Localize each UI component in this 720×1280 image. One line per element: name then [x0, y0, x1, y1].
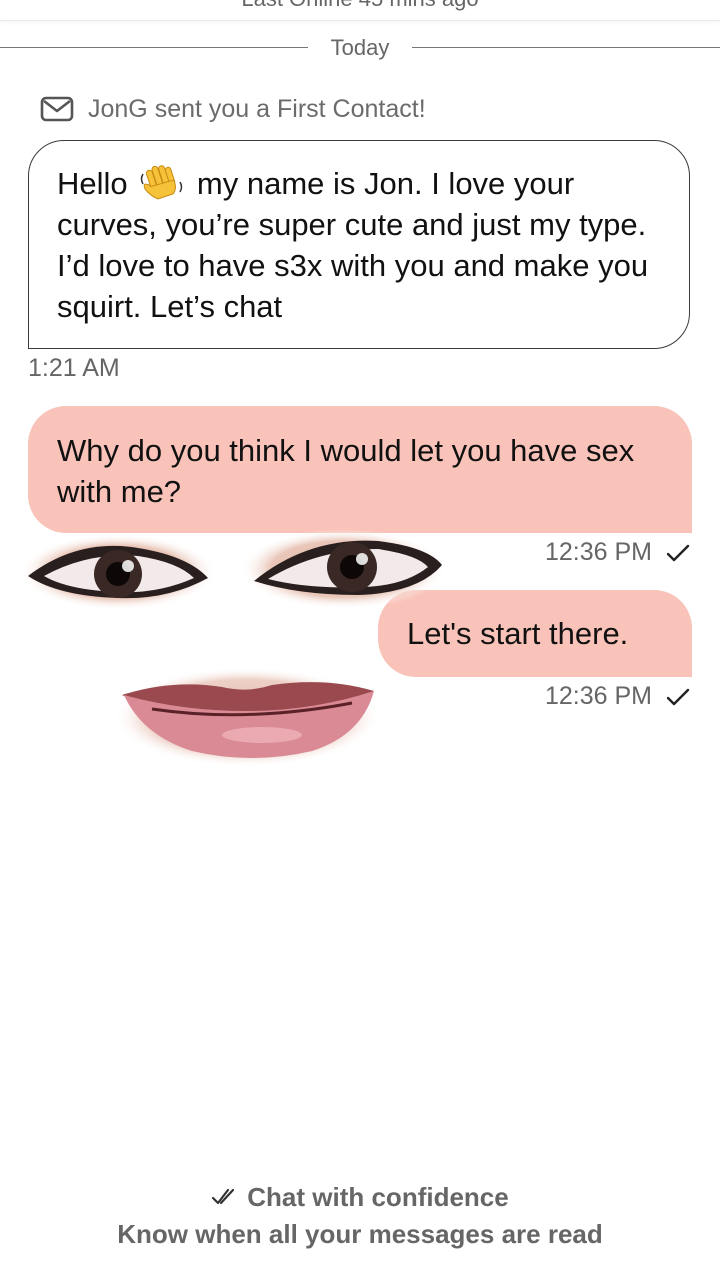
check-icon — [666, 544, 690, 561]
first-contact-notice: JonG sent you a First Contact! — [40, 92, 426, 126]
divider-line-right — [412, 47, 720, 48]
outgoing-message-text: Let's start there. — [407, 616, 629, 651]
eye-sticker — [20, 534, 216, 610]
lips-sticker — [114, 667, 380, 767]
outgoing-message-text: Why do you think I would let you have se… — [57, 433, 635, 509]
message-text-start: Hello — [57, 166, 128, 201]
envelope-icon — [40, 96, 74, 122]
incoming-message-bubble[interactable]: Hello my name is Jon. I love your curves… — [28, 140, 690, 349]
eye-sticker — [240, 529, 446, 609]
promo-title: Chat with confidence — [247, 1181, 509, 1212]
message-timestamp: 12:36 PM — [544, 538, 652, 566]
day-label: Today — [330, 35, 390, 60]
day-divider: Today — [0, 30, 720, 66]
check-icon — [666, 688, 690, 705]
message-timestamp: 1:21 AM — [28, 354, 120, 382]
double-check-icon — [212, 1188, 235, 1205]
promo-subtitle: Know when all your messages are read — [117, 1219, 603, 1249]
last-online-status: Last Online 45 mins ago — [0, 0, 720, 12]
read-receipts-promo[interactable]: Chat with confidence Know when all your … — [0, 1178, 720, 1252]
incoming-message-text: Hello my name is Jon. I love your curves… — [57, 163, 667, 327]
waving-hand-icon — [141, 165, 183, 200]
message-status: 12:36 PM — [545, 682, 690, 711]
message-timestamp: 12:36 PM — [544, 682, 652, 710]
first-contact-text: JonG sent you a First Contact! — [88, 94, 426, 123]
chat-header: Last Online 45 mins ago — [0, 0, 720, 21]
outgoing-message-bubble[interactable]: Why do you think I would let you have se… — [28, 406, 692, 533]
divider-line-left — [0, 47, 308, 48]
message-status: 12:36 PM — [545, 538, 690, 567]
